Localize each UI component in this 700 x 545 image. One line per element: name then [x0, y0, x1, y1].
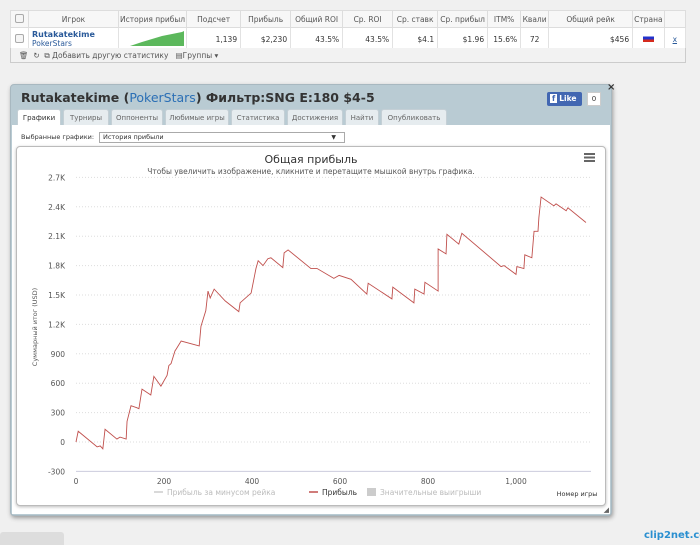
remove-row-link[interactable]: x: [673, 35, 677, 44]
header-row: Игрок История прибыл Подсчет Прибыль Общ…: [10, 10, 687, 28]
series-line-profit: [75, 196, 587, 450]
col-itm[interactable]: ITM%: [487, 10, 522, 28]
x-tick-label: 600: [333, 477, 348, 486]
x-tick-label: 0: [74, 477, 79, 486]
chart-title: Общая прибыль: [265, 153, 358, 166]
legend-swatch: [367, 488, 376, 496]
tab-4[interactable]: Статистика: [231, 109, 285, 126]
facebook-icon: f: [550, 94, 558, 103]
x-tick-label: 800: [421, 477, 436, 486]
select-all-checkbox[interactable]: [15, 13, 24, 23]
x-axis-label: Номер игры: [557, 490, 598, 498]
col-player[interactable]: Игрок: [28, 10, 119, 28]
groups-icon: ▤: [175, 51, 183, 60]
x-tick-label: 200: [157, 477, 172, 486]
close-icon[interactable]: ×: [607, 82, 615, 93]
col-avg-stake[interactable]: Ср. ставк: [392, 10, 439, 28]
legend-item[interactable]: Прибыль за минусом рейка: [167, 488, 275, 497]
table-footer: 🗑 ↻ ⧉ Добавить другую статистику ▤Группы…: [10, 48, 686, 63]
tab-7[interactable]: Опубликовать: [381, 109, 447, 126]
tab-2[interactable]: Оппоненты: [111, 109, 163, 126]
col-count[interactable]: Подсчет: [186, 10, 242, 28]
add-stat-icon: ⧉: [44, 51, 50, 60]
col-total-roi[interactable]: Общий ROI: [290, 10, 344, 28]
y-tick-label: -300: [48, 467, 65, 476]
stats-table: Игрок История прибыл Подсчет Прибыль Общ…: [10, 10, 687, 51]
col-profit[interactable]: Прибыль: [240, 10, 292, 28]
network-link[interactable]: PokerStars: [129, 90, 196, 105]
bottom-tab-stub: [0, 532, 64, 545]
row-checkbox[interactable]: [15, 33, 24, 43]
russia-flag-icon: [642, 34, 654, 42]
col-avg-roi[interactable]: Ср. ROI: [342, 10, 394, 28]
tab-1[interactable]: Турниры: [63, 109, 109, 126]
watermark: clip2net.com: [644, 530, 700, 541]
y-tick-label: 600: [51, 379, 66, 388]
y-tick-label: 2.7K: [48, 173, 66, 182]
y-tick-label: 1.2K: [48, 320, 66, 329]
tab-5[interactable]: Достижения: [287, 109, 343, 126]
col-quali[interactable]: Квали: [520, 10, 550, 28]
x-tick-label: 1,000: [505, 477, 527, 486]
y-axis-label: Суммарный итог (USD): [31, 288, 39, 366]
add-stat-button[interactable]: Добавить другую статистику: [52, 51, 168, 60]
tab-3[interactable]: Любимые игры: [165, 109, 229, 126]
y-tick-label: 900: [51, 350, 66, 359]
profit-sparkline: [130, 31, 185, 46]
chart-selector[interactable]: История прибыли ▼: [99, 132, 345, 143]
profit-chart[interactable]: Общая прибыльЧтобы увеличить изображение…: [17, 147, 605, 505]
panel-title: Rutakatekime (PokerStars) Фильтр:SNG E:1…: [21, 90, 375, 105]
y-tick-label: 2.1K: [48, 232, 66, 241]
trash-icon[interactable]: 🗑: [19, 51, 29, 60]
facebook-like-button[interactable]: f Like: [547, 92, 582, 106]
col-history[interactable]: История прибыл: [117, 10, 188, 28]
chart-container[interactable]: Общая прибыль Чтобы увеличить изображение…: [16, 146, 606, 506]
player-panel: Rutakatekime (PokerStars) Фильтр:SNG E:1…: [10, 82, 615, 516]
legend-item[interactable]: Значительные выигрыши: [380, 488, 481, 497]
refresh-icon[interactable]: ↻: [33, 51, 39, 60]
chevron-down-icon: ▼: [331, 134, 336, 141]
resize-handle[interactable]: ◢: [604, 506, 609, 514]
like-count: 0: [587, 92, 601, 106]
selector-label: Выбранные графики:: [21, 133, 95, 141]
y-tick-label: 1.5K: [48, 291, 66, 300]
col-avg-profit[interactable]: Ср. прибыл: [437, 10, 489, 28]
chart-subtitle: Чтобы увеличить изображение, кликните и …: [147, 167, 475, 176]
y-tick-label: 0: [60, 438, 65, 447]
y-tick-label: 1.8K: [48, 262, 66, 271]
x-tick-label: 400: [245, 477, 260, 486]
col-country[interactable]: Страна: [632, 10, 665, 28]
y-tick-label: 2.4K: [48, 203, 66, 212]
tab-6[interactable]: Найти: [345, 109, 379, 126]
player-link[interactable]: Rutakatekime: [32, 30, 115, 39]
groups-dropdown[interactable]: Группы: [183, 51, 213, 60]
network-link[interactable]: PokerStars: [32, 39, 115, 48]
legend-item[interactable]: Прибыль: [322, 488, 357, 497]
menu-icon[interactable]: [584, 153, 595, 162]
col-total-rake[interactable]: Общий рейк: [548, 10, 634, 28]
y-tick-label: 300: [51, 409, 66, 418]
